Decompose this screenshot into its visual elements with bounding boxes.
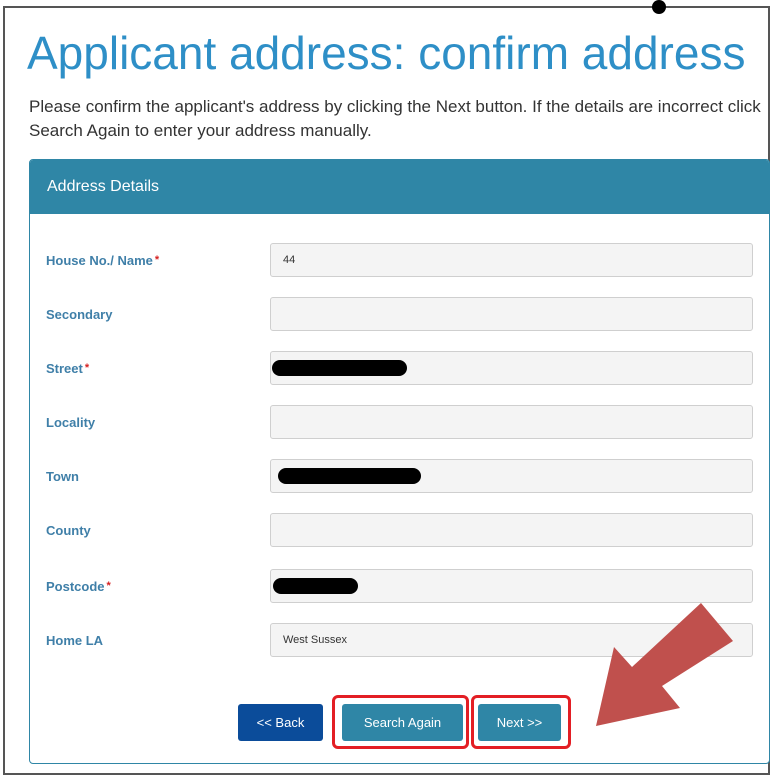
street-redaction [272,360,407,376]
page-title: Applicant address: confirm address [27,27,746,79]
required-marker: * [84,362,90,374]
street-label: Street * [46,361,89,376]
required-marker: * [154,254,160,266]
required-marker: * [106,580,111,592]
street-label-text: Street [46,361,83,376]
locality-row: Locality [46,405,754,439]
postcode-label-text: Postcode [46,579,105,594]
postcode-row: Postcode * [46,569,754,603]
search-again-button[interactable]: Search Again [342,704,463,741]
next-button[interactable]: Next >> [478,704,561,741]
county-row: County [46,513,754,547]
panel-header: Address Details [30,160,769,214]
secondary-row: Secondary [46,297,754,331]
secondary-input[interactable] [270,297,753,331]
locality-label: Locality [46,415,96,430]
home-la-input[interactable] [270,623,753,657]
intro-text: Please confirm the applicant's address b… [29,97,761,140]
postcode-redaction [273,578,358,594]
home-la-label: Home LA [46,633,104,648]
house-name-row: House No./ Name * [46,243,754,277]
home-la-row: Home LA [46,623,754,657]
house-name-label-text: House No./ Name [46,253,153,268]
town-label: Town [46,469,79,484]
postcode-label: Postcode * [46,579,111,594]
back-button[interactable]: << Back [238,704,323,741]
locality-input[interactable] [270,405,753,439]
address-details-panel: Address Details House No./ Name* Seconda… [29,159,770,764]
street-row: Street * [46,351,754,385]
secondary-label: Secondary [46,307,113,322]
county-input[interactable] [270,513,753,547]
house-name-input[interactable] [270,243,753,277]
screenshot-frame: Applicant address: confirm address Pleas… [3,6,770,775]
frame-dot [652,0,666,14]
county-label: County [46,523,91,538]
town-redaction [278,468,421,484]
house-name-label: House No./ Name * [46,253,159,268]
town-row: Town [46,459,754,493]
